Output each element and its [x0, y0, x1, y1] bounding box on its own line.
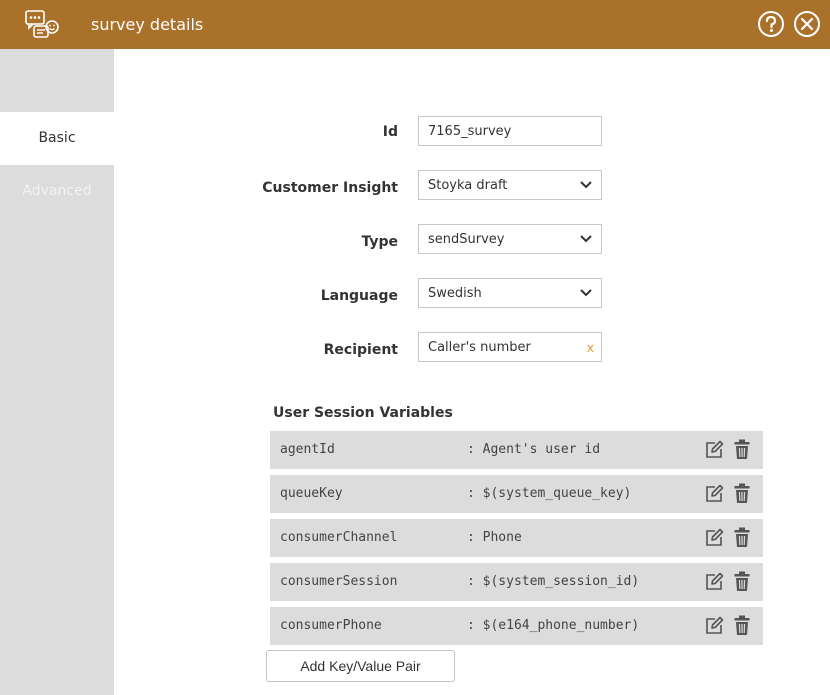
type-select[interactable]: sendSurvey	[418, 224, 602, 254]
add-key-value-pair-button[interactable]: Add Key/Value Pair	[266, 650, 455, 682]
close-circle-icon[interactable]	[793, 10, 821, 38]
type-label: Type	[361, 234, 398, 250]
variable-value-text: Agent's user id	[482, 442, 601, 457]
table-row: queueKey: $(system_queue_key)	[270, 475, 763, 513]
tab-basic[interactable]: Basic	[0, 112, 114, 165]
key-value-separator: :	[467, 530, 475, 545]
variable-value: : $(system_queue_key)	[467, 486, 631, 501]
chevron-down-icon	[580, 181, 592, 189]
tab-advanced[interactable]: Advanced	[0, 165, 114, 218]
edit-icon[interactable]	[704, 484, 724, 504]
trash-icon[interactable]	[734, 527, 750, 548]
recipient-input[interactable]: Caller's number x	[418, 332, 602, 362]
table-row: consumerSession: $(system_session_id)	[270, 563, 763, 601]
id-label: Id	[382, 124, 398, 140]
trash-icon[interactable]	[734, 439, 750, 460]
language-value: Swedish	[428, 286, 482, 301]
edit-icon[interactable]	[704, 572, 724, 592]
edit-icon[interactable]	[704, 440, 724, 460]
variable-key: consumerPhone	[280, 618, 382, 633]
variable-key: consumerSession	[280, 574, 398, 589]
trash-icon[interactable]	[734, 571, 750, 592]
variable-value: : Agent's user id	[467, 442, 600, 457]
edit-icon[interactable]	[704, 616, 724, 636]
trash-icon[interactable]	[734, 483, 750, 504]
title-bar: survey details	[0, 0, 830, 49]
language-select[interactable]: Swedish	[418, 278, 602, 308]
variable-key: queueKey	[280, 486, 343, 501]
variable-value: : $(system_session_id)	[467, 574, 639, 589]
recipient-value: Caller's number	[428, 340, 531, 355]
recipient-label: Recipient	[323, 342, 398, 358]
language-label: Language	[320, 288, 398, 304]
sidebar: Basic Advanced	[0, 49, 114, 695]
customer-insight-label: Customer Insight	[262, 180, 398, 196]
table-row: consumerChannel: Phone	[270, 519, 763, 557]
key-value-separator: :	[467, 618, 475, 633]
variable-key: agentId	[280, 442, 335, 457]
variable-value-text: $(e164_phone_number)	[482, 618, 640, 633]
type-value: sendSurvey	[428, 232, 505, 247]
variable-value: : Phone	[467, 530, 522, 545]
clear-recipient-button[interactable]: x	[587, 341, 594, 355]
edit-icon[interactable]	[704, 528, 724, 548]
chevron-down-icon	[580, 289, 592, 297]
survey-chat-icon	[24, 10, 60, 40]
table-row: agentId: Agent's user id	[270, 431, 763, 469]
customer-insight-value: Stoyka draft	[428, 178, 508, 193]
section-title-session-variables: User Session Variables	[273, 405, 453, 421]
key-value-separator: :	[467, 486, 475, 501]
help-circle-icon[interactable]	[757, 10, 785, 38]
id-input[interactable]: 7165_survey	[418, 116, 602, 146]
window-title: survey details	[91, 15, 204, 34]
chevron-down-icon	[580, 235, 592, 243]
variable-key: consumerChannel	[280, 530, 398, 545]
variable-value-text: Phone	[482, 530, 522, 545]
key-value-separator: :	[467, 442, 475, 457]
variable-value-text: $(system_session_id)	[482, 574, 640, 589]
table-row: consumerPhone: $(e164_phone_number)	[270, 607, 763, 645]
variable-value: : $(e164_phone_number)	[467, 618, 639, 633]
customer-insight-select[interactable]: Stoyka draft	[418, 170, 602, 200]
key-value-separator: :	[467, 574, 475, 589]
variable-value-text: $(system_queue_key)	[482, 486, 632, 501]
trash-icon[interactable]	[734, 615, 750, 636]
id-value: 7165_survey	[428, 124, 512, 139]
